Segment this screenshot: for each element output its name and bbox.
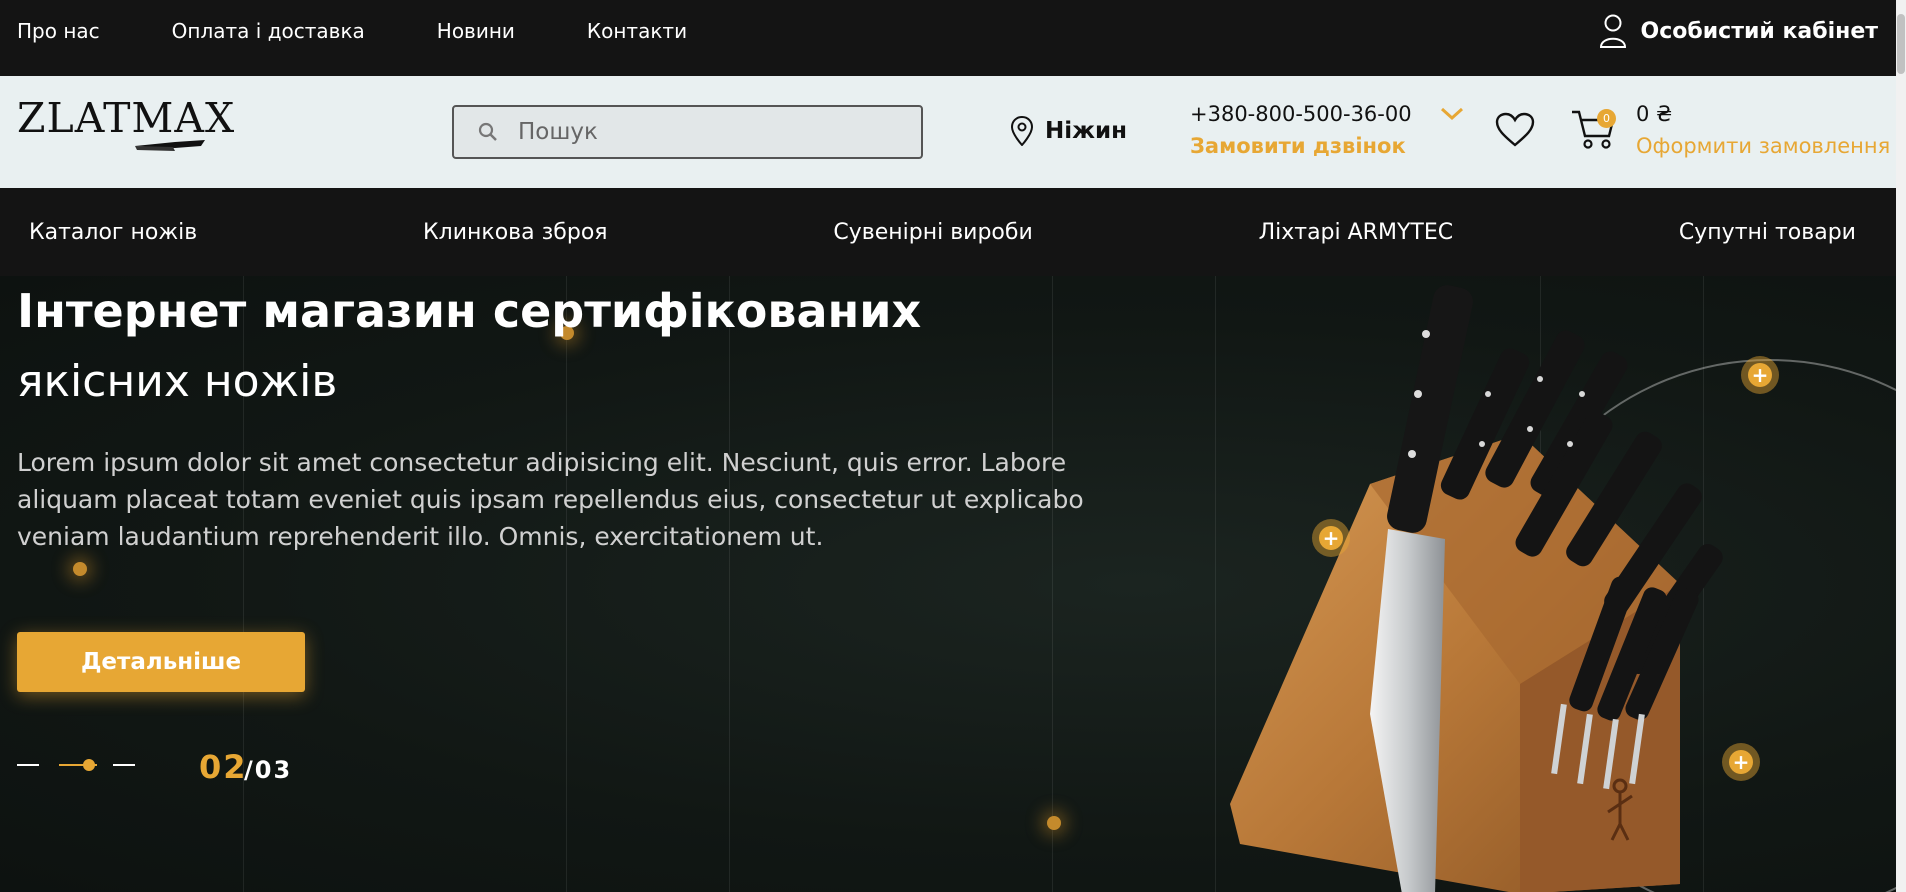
slide-current: 02 bbox=[199, 748, 248, 786]
active-slide-dot bbox=[83, 759, 95, 771]
plus-icon: + bbox=[1748, 363, 1772, 387]
hero-description: Lorem ipsum dolor sit amet consectetur a… bbox=[17, 448, 1084, 551]
account-label: Особистий кабінет bbox=[1640, 18, 1878, 44]
top-bar: Про нас Оплата і доставка Новини Контакт… bbox=[0, 0, 1896, 76]
header: ZLATMAX Ніжин +380-800-500-36-00 Замовит… bbox=[0, 76, 1896, 188]
hotspot-plus-button[interactable]: + bbox=[1722, 743, 1760, 781]
knife-logo-icon bbox=[135, 140, 205, 151]
top-links: Про нас Оплата і доставка Новини Контакт… bbox=[17, 0, 759, 62]
checkout-link[interactable]: Оформити замовлення bbox=[1636, 134, 1890, 158]
hotspot-plus-button[interactable]: + bbox=[1741, 356, 1779, 394]
decor-line bbox=[729, 276, 730, 892]
city-name: Ніжин bbox=[1045, 118, 1128, 144]
decor-line bbox=[566, 276, 567, 892]
decor-line bbox=[1215, 276, 1216, 892]
account-link[interactable]: Особистий кабінет bbox=[1599, 0, 1878, 62]
location-pin-icon bbox=[1011, 116, 1033, 146]
chevron-down-icon[interactable] bbox=[1440, 106, 1464, 122]
top-link-about[interactable]: Про нас bbox=[17, 19, 100, 43]
logo[interactable]: ZLATMAX bbox=[17, 94, 236, 151]
search-input[interactable] bbox=[518, 119, 878, 145]
top-link-payment-delivery[interactable]: Оплата і доставка bbox=[172, 19, 365, 43]
phone-number[interactable]: +380-800-500-36-00 bbox=[1190, 102, 1464, 126]
logo-text: ZLATMAX bbox=[17, 94, 236, 142]
top-link-contacts[interactable]: Контакти bbox=[587, 19, 687, 43]
page-scrollbar[interactable] bbox=[1896, 0, 1906, 892]
hero-title-line2: якісних ножів bbox=[17, 356, 338, 407]
hotspot-plus-button[interactable]: + bbox=[1312, 519, 1350, 557]
nav-item-flashlights[interactable]: Ліхтарі ARMYTEC bbox=[1259, 220, 1454, 245]
slide-indicator-1[interactable] bbox=[17, 764, 39, 766]
nav-item-related-goods[interactable]: Супутні товари bbox=[1679, 220, 1856, 245]
callback-link[interactable]: Замовити дзвінок bbox=[1190, 134, 1406, 158]
slide-total: /03 bbox=[244, 756, 293, 784]
cart-sum: 0 ₴ bbox=[1636, 102, 1673, 126]
plus-icon: + bbox=[1729, 750, 1753, 774]
decor-glow bbox=[73, 562, 87, 576]
nav-item-knife-catalog[interactable]: Каталог ножів bbox=[29, 220, 197, 245]
user-icon bbox=[1599, 14, 1626, 48]
decor-line bbox=[1052, 276, 1053, 892]
nav-item-bladed-weapons[interactable]: Клинкова зброя bbox=[423, 220, 607, 245]
hero-banner: Інтернет магазин сертифікованих якісних … bbox=[0, 276, 1896, 892]
city-selector[interactable]: Ніжин bbox=[1011, 116, 1127, 146]
search-box[interactable] bbox=[452, 105, 923, 159]
knife-block-image bbox=[1230, 285, 1723, 892]
main-nav: Каталог ножів Клинкова зброя Сувенірні в… bbox=[0, 188, 1896, 276]
hero-title-line1: Інтернет магазин сертифікованих bbox=[17, 284, 922, 338]
search-icon bbox=[478, 122, 497, 141]
plus-icon: + bbox=[1319, 526, 1343, 550]
slide-indicator-3[interactable] bbox=[113, 764, 135, 766]
top-link-news[interactable]: Новини bbox=[437, 19, 515, 43]
nav-item-souvenirs[interactable]: Сувенірні вироби bbox=[833, 220, 1032, 245]
details-button[interactable]: Детальніше bbox=[17, 632, 305, 692]
cart-count-badge: 0 bbox=[1597, 109, 1616, 128]
scrollbar-thumb[interactable] bbox=[1897, 14, 1905, 74]
decor-glow bbox=[1047, 816, 1061, 830]
heart-icon[interactable] bbox=[1495, 112, 1535, 148]
